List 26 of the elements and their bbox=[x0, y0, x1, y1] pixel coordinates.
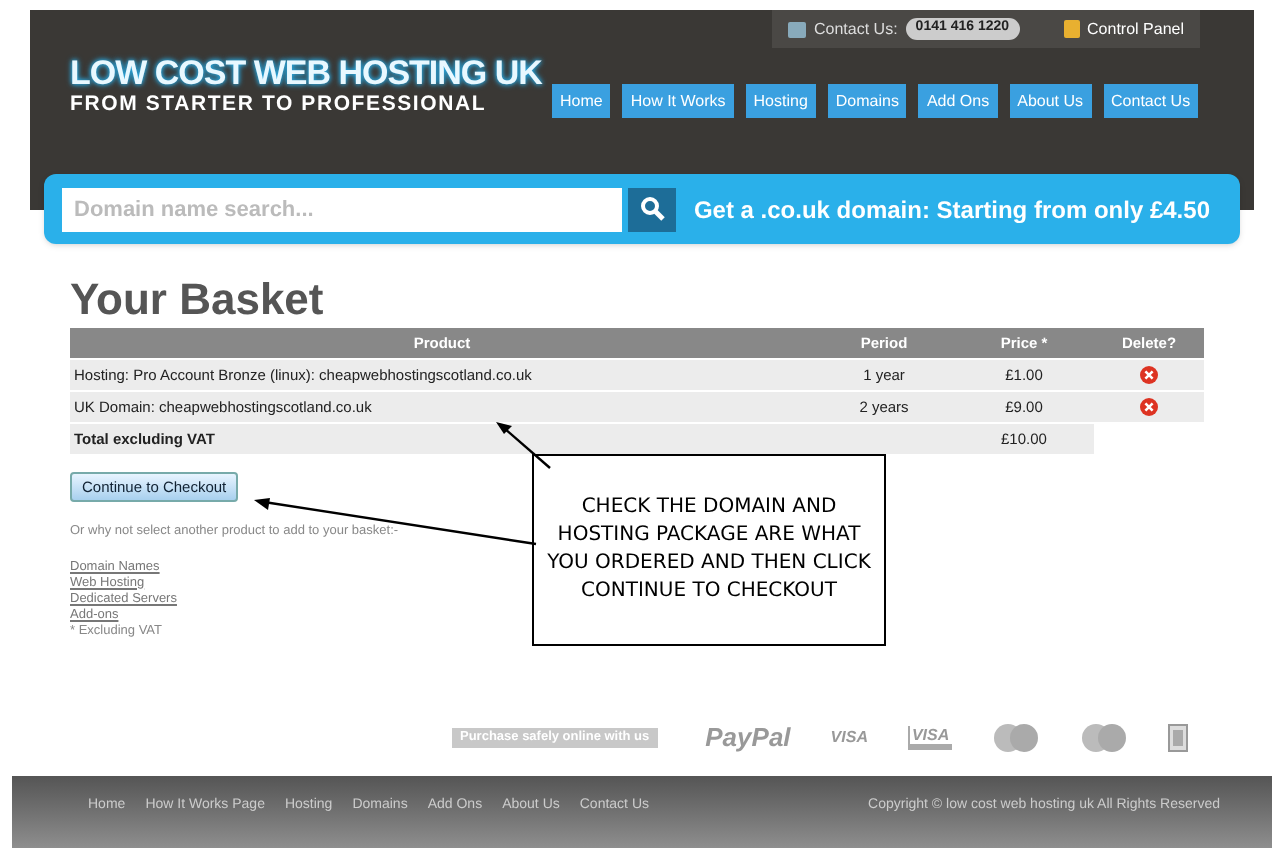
logo-title: LOW COST WEB HOSTING UK bbox=[70, 54, 542, 92]
payment-logo: VISA bbox=[830, 725, 868, 750]
delete-icon[interactable] bbox=[1140, 366, 1158, 384]
logo-tagline: FROM STARTER TO PROFESSIONAL bbox=[70, 92, 489, 116]
nav-link[interactable]: Home bbox=[552, 84, 611, 118]
card-logo-icon bbox=[991, 723, 1040, 752]
contact-label: Contact Us: bbox=[814, 17, 898, 41]
nav-link[interactable]: Add Ons bbox=[918, 84, 998, 118]
search-button[interactable] bbox=[628, 187, 676, 231]
promo-text: Get a .co.uk domain: Starting from only £4.50 bbox=[693, 193, 1210, 227]
nav-link[interactable]: Domains bbox=[827, 84, 907, 118]
payment-logo: VISA bbox=[907, 725, 952, 750]
page-heading: Your Basket bbox=[70, 276, 324, 324]
card-logo-icon bbox=[1079, 723, 1128, 752]
badge-icon bbox=[1167, 723, 1188, 752]
nav-link[interactable]: About Us bbox=[1009, 84, 1092, 118]
search-field[interactable]: Domain name search... bbox=[62, 187, 622, 231]
payment-logo: PayPal bbox=[705, 720, 791, 756]
delete-icon[interactable] bbox=[1140, 398, 1158, 416]
control-panel-link[interactable]: Control Panel bbox=[1087, 17, 1184, 41]
search-icon bbox=[639, 196, 665, 222]
callout-box: CHECK THE DOMAIN AND HOSTING PACKAGE ARE WHAT YOU ORDERED AND THEN CLICK CONTINUE TO CHECKOUT bbox=[532, 454, 886, 646]
nav-link[interactable]: How It Works bbox=[622, 84, 734, 118]
nav-link[interactable]: Contact Us bbox=[1103, 84, 1199, 118]
nav-link[interactable]: Hosting bbox=[745, 84, 816, 118]
callout-arrow bbox=[496, 422, 551, 469]
